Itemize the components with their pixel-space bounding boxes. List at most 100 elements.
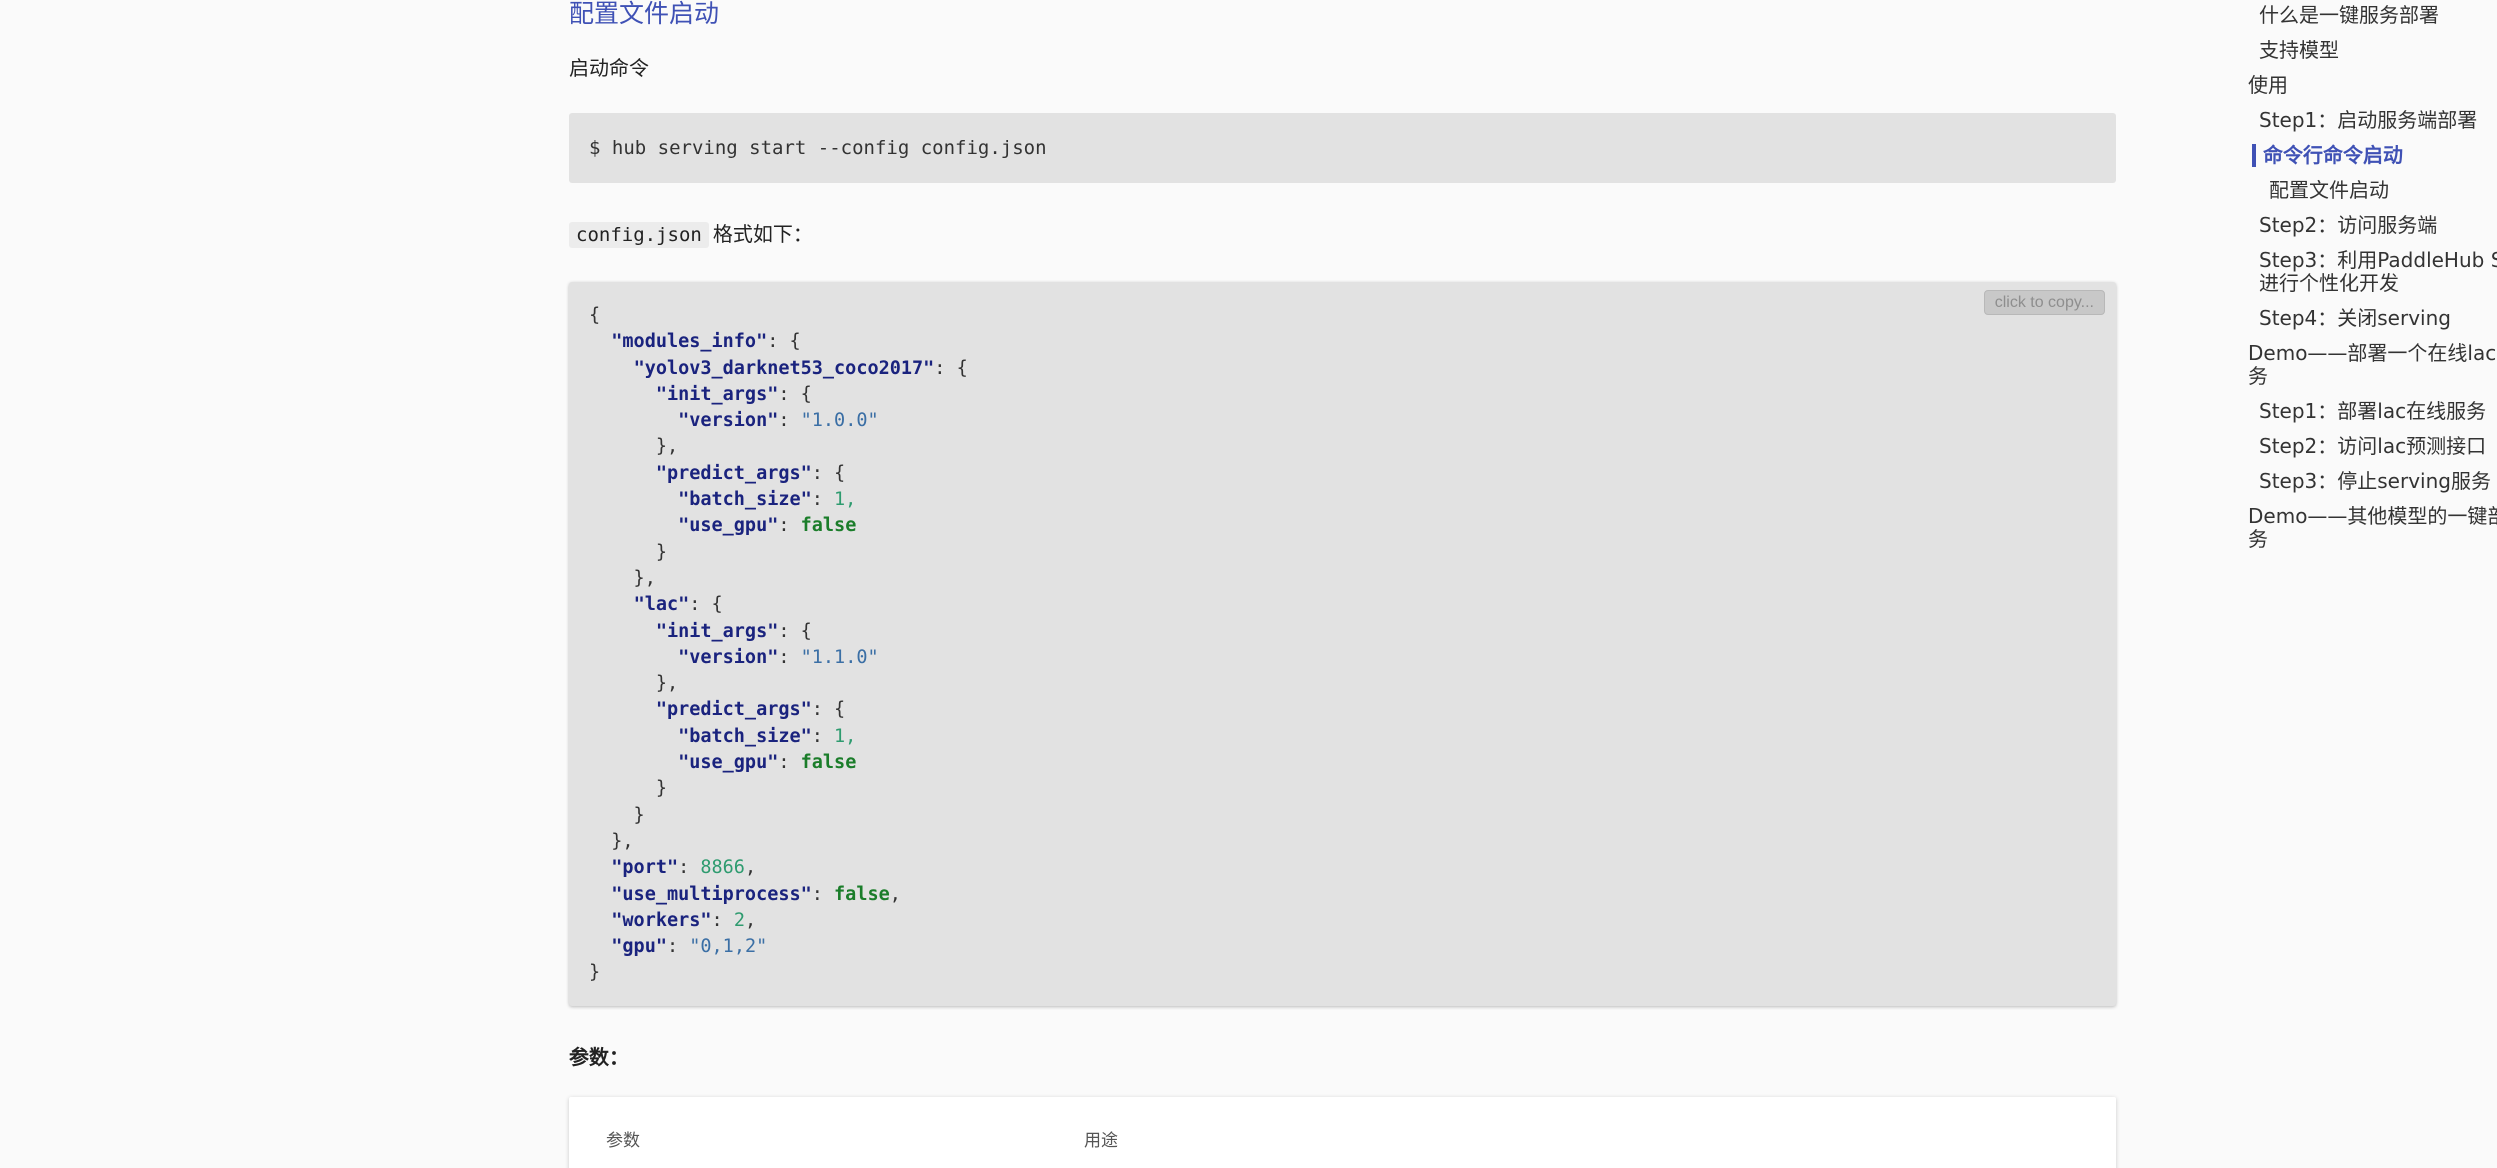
toc-item[interactable]: Step3：利用PaddleHub S 进行个性化开发 bbox=[2259, 249, 2497, 295]
json-line: "port": 8866, bbox=[589, 855, 2096, 881]
json-punctuation: , bbox=[889, 883, 901, 905]
json-punctuation bbox=[589, 726, 678, 747]
json-punctuation: } bbox=[589, 778, 667, 800]
toc-item-label: Step3：停止serving服务 bbox=[2259, 469, 2491, 493]
json-key: "batch_size" bbox=[678, 725, 812, 747]
toc-item[interactable]: Step2：访问lac预测接口 bbox=[2259, 435, 2486, 458]
json-line: "batch_size": 1, bbox=[589, 487, 2096, 513]
json-line: "version": "1.0.0" bbox=[589, 408, 2096, 434]
toc-item-label: Step1：启动服务端部署 bbox=[2259, 108, 2478, 132]
json-punctuation bbox=[589, 489, 678, 510]
toc-item[interactable]: Step1：部署lac在线服务 bbox=[2259, 400, 2486, 423]
json-punctuation bbox=[589, 647, 678, 668]
toc-item-label: 务 bbox=[2248, 527, 2268, 551]
json-punctuation bbox=[589, 384, 656, 405]
inline-code-config-json: config.json bbox=[569, 222, 709, 248]
json-key: "yolov3_darknet53_coco2017" bbox=[633, 357, 935, 379]
json-line: } bbox=[589, 960, 2096, 986]
toc-item-label: 命令行命令启动 bbox=[2263, 143, 2403, 167]
json-punctuation bbox=[589, 463, 656, 484]
json-punctuation bbox=[589, 515, 678, 536]
json-punctuation bbox=[589, 594, 634, 615]
toc-item[interactable]: Step1：启动服务端部署 bbox=[2259, 109, 2477, 132]
toc-item[interactable]: Step2：访问服务端 bbox=[2259, 214, 2437, 237]
json-punctuation bbox=[589, 752, 678, 773]
json-line: "use_multiprocess": false, bbox=[589, 882, 2096, 908]
json-line: }, bbox=[589, 671, 2096, 697]
json-line: "predict_args": { bbox=[589, 697, 2096, 723]
json-punctuation bbox=[589, 884, 611, 905]
config-intro-text: config.json 格式如下： bbox=[569, 218, 813, 248]
json-punctuation: } bbox=[589, 541, 667, 563]
json-line: } bbox=[589, 776, 2096, 802]
toc-item[interactable]: Demo——其他模型的一键部务 bbox=[2248, 505, 2497, 551]
toc-item-label: 支持模型 bbox=[2259, 38, 2339, 62]
json-punctuation: , bbox=[744, 909, 757, 931]
toc-item-label: 使用 bbox=[2248, 73, 2288, 97]
toc-item[interactable]: Demo——部署一个在线lac分务 bbox=[2248, 342, 2497, 388]
json-string: "1.1.0" bbox=[800, 646, 879, 668]
toc-item-label: Step4：关闭serving bbox=[2259, 306, 2451, 330]
json-key: "port" bbox=[611, 857, 679, 879]
params-table: 参数 用途 bbox=[569, 1097, 2116, 1168]
json-line: "use_gpu": false bbox=[589, 750, 2096, 776]
json-line: }, bbox=[589, 829, 2096, 855]
json-string: "1.0.0" bbox=[800, 410, 879, 432]
json-punctuation: : bbox=[778, 515, 801, 537]
json-punctuation bbox=[589, 936, 611, 957]
json-punctuation: : { bbox=[778, 620, 812, 642]
json-line: "yolov3_darknet53_coco2017": { bbox=[589, 356, 2096, 382]
json-boolean: false bbox=[800, 515, 857, 537]
json-punctuation bbox=[589, 331, 611, 352]
json-key: "predict_args" bbox=[655, 462, 812, 484]
json-key: "predict_args" bbox=[655, 699, 812, 721]
toc-item[interactable]: 支持模型 bbox=[2259, 39, 2339, 62]
json-key: "gpu" bbox=[611, 936, 667, 958]
json-line: { bbox=[589, 303, 2096, 329]
json-key: "version" bbox=[678, 410, 779, 432]
toc-item-label: Demo——部署一个在线lac分 bbox=[2248, 341, 2497, 365]
json-key: "lac" bbox=[633, 594, 690, 616]
json-punctuation: : { bbox=[778, 383, 812, 405]
toc-item[interactable]: 使用 bbox=[2248, 74, 2288, 97]
toc-item-label: Step2：访问服务端 bbox=[2259, 213, 2438, 237]
toc-item-active[interactable]: 命令行命令启动 bbox=[2252, 144, 2403, 167]
json-key: "use_gpu" bbox=[678, 515, 779, 537]
json-punctuation: } bbox=[589, 804, 645, 826]
json-punctuation: : bbox=[778, 410, 801, 432]
table-header-param: 参数 bbox=[606, 1131, 640, 1151]
json-line: "use_gpu": false bbox=[589, 513, 2096, 539]
json-key: "workers" bbox=[611, 909, 712, 931]
json-punctuation: }, bbox=[589, 436, 679, 458]
json-boolean: false bbox=[834, 883, 890, 905]
toc-item-label: 务 bbox=[2248, 364, 2268, 388]
json-code-block[interactable]: click to copy... { "modules_info": { "yo… bbox=[569, 282, 2116, 1006]
json-punctuation: : { bbox=[767, 331, 801, 353]
json-line: } bbox=[589, 540, 2096, 566]
json-punctuation: : { bbox=[934, 357, 968, 379]
json-line: "gpu": "0,1,2" bbox=[589, 934, 2096, 960]
json-number: 1, bbox=[834, 725, 857, 747]
json-punctuation: : bbox=[811, 883, 835, 905]
json-line: "workers": 2, bbox=[589, 908, 2096, 934]
toc-item[interactable]: Step4：关闭serving bbox=[2259, 307, 2451, 330]
json-punctuation: : bbox=[678, 857, 701, 879]
json-punctuation: : bbox=[811, 489, 835, 511]
json-punctuation bbox=[589, 410, 678, 431]
toc-item[interactable]: Step3：停止serving服务 bbox=[2259, 470, 2491, 493]
command-code-block[interactable]: $ hub serving start --config config.json bbox=[569, 113, 2116, 183]
json-line: "modules_info": { bbox=[589, 329, 2096, 355]
json-punctuation: : { bbox=[811, 462, 846, 484]
json-string: "0,1,2" bbox=[689, 936, 768, 958]
toc-item-label: Step3：利用PaddleHub S bbox=[2259, 248, 2497, 272]
json-key: "modules_info" bbox=[611, 331, 768, 353]
json-punctuation: } bbox=[589, 962, 601, 984]
copy-button[interactable]: click to copy... bbox=[1983, 290, 2105, 315]
toc-item[interactable]: 什么是一键服务部署 bbox=[2259, 4, 2439, 27]
json-punctuation: }, bbox=[589, 830, 634, 852]
json-punctuation: : bbox=[711, 909, 734, 931]
json-line: } bbox=[589, 803, 2096, 829]
params-heading: 参数： bbox=[569, 1045, 629, 1069]
toc-item[interactable]: 配置文件启动 bbox=[2269, 179, 2389, 202]
json-number: 1, bbox=[834, 489, 857, 511]
